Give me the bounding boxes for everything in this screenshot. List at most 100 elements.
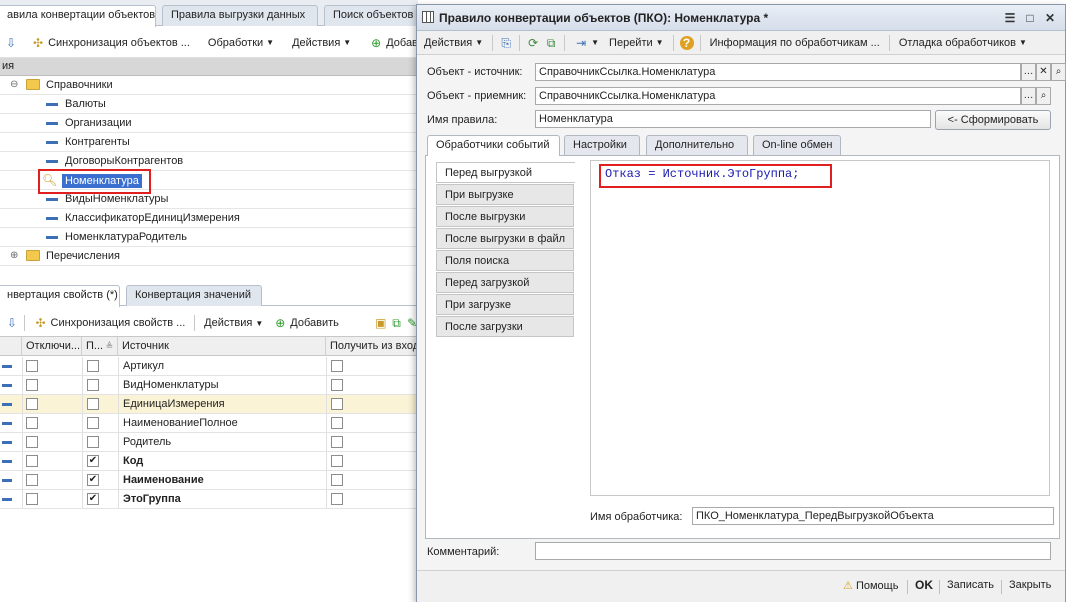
col-disabled[interactable]: Отключи... xyxy=(22,337,82,355)
get-from-input-checkbox[interactable] xyxy=(331,360,343,372)
tab-value-conversion[interactable]: Конвертация значений xyxy=(126,285,262,306)
arrow-down-icon[interactable]: ⇩ xyxy=(6,316,18,330)
choose-button[interactable]: … xyxy=(1021,63,1036,81)
table-row[interactable]: ✔ ЭтоГруппа xyxy=(0,490,418,509)
copy-icon[interactable]: ⧉ xyxy=(391,316,403,330)
tree-node-enumerations[interactable]: ⊕ Перечисления xyxy=(0,247,418,266)
get-from-input-checkbox[interactable] xyxy=(331,493,343,505)
handlers-info-button[interactable]: Информация по обработчикам ... xyxy=(707,35,883,51)
goto-menu[interactable]: Перейти ▼ xyxy=(606,35,667,51)
clear-icon[interactable]: ✕ xyxy=(1036,63,1051,81)
help-icon[interactable]: ? xyxy=(679,35,694,50)
p-checkbox[interactable] xyxy=(87,398,99,410)
table-row[interactable]: Артикул xyxy=(0,357,418,376)
code-editor[interactable]: Отказ = Источник.ЭтоГруппа; xyxy=(590,160,1050,496)
tree-node-catalogs[interactable]: ⊖ Справочники xyxy=(0,76,418,95)
handler-tab[interactable]: Перед загрузкой xyxy=(436,272,574,293)
close-icon[interactable]: ✕ xyxy=(1041,9,1059,27)
add-button[interactable]: ⊕ Добавить xyxy=(366,34,418,52)
tab-property-conversion[interactable]: нвертация свойств (*) xyxy=(0,285,120,307)
tree-node-currencies[interactable]: Валюты xyxy=(0,95,418,114)
rule-name-field[interactable]: Номенклатура xyxy=(535,110,931,128)
table-row[interactable]: Родитель xyxy=(0,433,418,452)
get-from-input-checkbox[interactable] xyxy=(331,398,343,410)
p-checkbox[interactable] xyxy=(87,379,99,391)
p-checkbox[interactable] xyxy=(87,417,99,429)
add-folder-icon[interactable]: ▣ xyxy=(375,316,387,330)
p-checkbox[interactable]: ✔ xyxy=(87,493,99,505)
handler-tab[interactable]: После выгрузки в файл xyxy=(436,228,574,249)
tab-conversion-rules[interactable]: авила конвертации объектов xyxy=(0,5,156,27)
get-from-input-checkbox[interactable] xyxy=(331,436,343,448)
tree-node-organizations[interactable]: Организации xyxy=(0,114,418,133)
properties-actions-menu[interactable]: Действия ▼ xyxy=(201,315,266,331)
source-field[interactable]: СправочникСсылка.Номенклатура xyxy=(535,63,1021,81)
comment-field[interactable] xyxy=(535,542,1051,560)
table-row[interactable]: ЕдиницаИзмерения xyxy=(0,395,418,414)
sync-properties-button[interactable]: ✣ Синхронизация свойств ... xyxy=(31,314,189,332)
ok-button[interactable]: OK xyxy=(915,578,933,592)
target-field[interactable]: СправочникСсылка.Номенклатура xyxy=(535,87,1021,105)
handler-tab[interactable]: Перед выгрузкой xyxy=(436,162,575,183)
col-get-from-input[interactable]: Получить из входя xyxy=(326,337,418,355)
tab-object-search[interactable]: Поиск объектов xyxy=(324,5,418,26)
choose-button[interactable]: … xyxy=(1021,87,1036,105)
col-source[interactable]: Источник xyxy=(118,337,326,355)
get-from-input-checkbox[interactable] xyxy=(331,455,343,467)
tab-event-handlers[interactable]: Обработчики событий xyxy=(427,135,560,156)
handler-tab[interactable]: После выгрузки xyxy=(436,206,574,227)
arrow-down-icon[interactable]: ⇩ xyxy=(6,36,16,50)
p-checkbox[interactable]: ✔ xyxy=(87,474,99,486)
sync-objects-button[interactable]: ✣ Синхронизация объектов ... xyxy=(28,34,193,52)
tab-settings[interactable]: Настройки xyxy=(564,135,640,155)
get-from-input-checkbox[interactable] xyxy=(331,417,343,429)
close-button[interactable]: Закрыть xyxy=(1009,579,1051,591)
properties-add-button[interactable]: ⊕ Добавить xyxy=(270,314,342,332)
copy-icon[interactable]: ⧉ xyxy=(544,36,558,50)
get-from-input-checkbox[interactable] xyxy=(331,379,343,391)
table-row[interactable]: НаименованиеПолное xyxy=(0,414,418,433)
p-checkbox[interactable]: ✔ xyxy=(87,455,99,467)
table-row[interactable]: ✔ Код xyxy=(0,452,418,471)
dialog-actions-menu[interactable]: Действия ▼ xyxy=(421,35,486,51)
search-icon[interactable]: ⌕ xyxy=(1036,87,1051,105)
forward-button[interactable]: ⇥ ▼ xyxy=(571,34,602,52)
tab-online-exchange[interactable]: On-line обмен xyxy=(753,135,841,155)
disabled-checkbox[interactable] xyxy=(26,379,38,391)
save-icon[interactable]: ⎘ xyxy=(499,36,513,50)
tree-node-nomenclature-parent[interactable]: НоменклатураРодитель xyxy=(0,228,418,247)
disabled-checkbox[interactable] xyxy=(26,360,38,372)
collapse-icon[interactable]: ⊖ xyxy=(10,79,18,90)
tab-additional[interactable]: Дополнительно xyxy=(646,135,748,155)
p-checkbox[interactable] xyxy=(87,360,99,372)
handler-tab[interactable]: Поля поиска xyxy=(436,250,574,271)
disabled-checkbox[interactable] xyxy=(26,398,38,410)
p-checkbox[interactable] xyxy=(87,436,99,448)
refresh-icon[interactable]: ⟳ xyxy=(526,36,540,50)
search-icon[interactable]: ⌕ xyxy=(1051,63,1066,81)
disabled-checkbox[interactable] xyxy=(26,436,38,448)
disabled-checkbox[interactable] xyxy=(26,474,38,486)
expand-icon[interactable]: ⊕ xyxy=(10,250,18,261)
debug-handlers-menu[interactable]: Отладка обработчиков ▼ xyxy=(896,35,1030,51)
disabled-checkbox[interactable] xyxy=(26,493,38,505)
handler-name-field[interactable]: ПКО_Номенклатура_ПередВыгрузкойОбъекта xyxy=(692,507,1054,525)
actions-menu[interactable]: Действия ▼ xyxy=(289,35,354,51)
tree-node-counterparties[interactable]: Контрагенты xyxy=(0,133,418,152)
handler-tab[interactable]: При загрузке xyxy=(436,294,574,315)
help-button[interactable]: ⚠ Помощь xyxy=(843,579,898,592)
save-button[interactable]: Записать xyxy=(947,579,994,591)
table-row[interactable]: ✔ Наименование xyxy=(0,471,418,490)
processing-menu[interactable]: Обработки ▼ xyxy=(205,35,277,51)
maximize-icon[interactable]: □ xyxy=(1021,9,1039,27)
tree-node-units-classifier[interactable]: КлассификаторЕдиницИзмерения xyxy=(0,209,418,228)
handler-tab[interactable]: После загрузки xyxy=(436,316,574,337)
generate-button[interactable]: <- Сформировать xyxy=(935,110,1051,130)
col-p[interactable]: П... ≜ xyxy=(82,337,118,355)
disabled-checkbox[interactable] xyxy=(26,455,38,467)
handler-tab[interactable]: При выгрузке xyxy=(436,184,574,205)
disabled-checkbox[interactable] xyxy=(26,417,38,429)
table-row[interactable]: ВидНоменклатуры xyxy=(0,376,418,395)
tab-export-rules[interactable]: Правила выгрузки данных xyxy=(162,5,318,26)
menu-icon[interactable]: ☰ xyxy=(1001,9,1019,27)
